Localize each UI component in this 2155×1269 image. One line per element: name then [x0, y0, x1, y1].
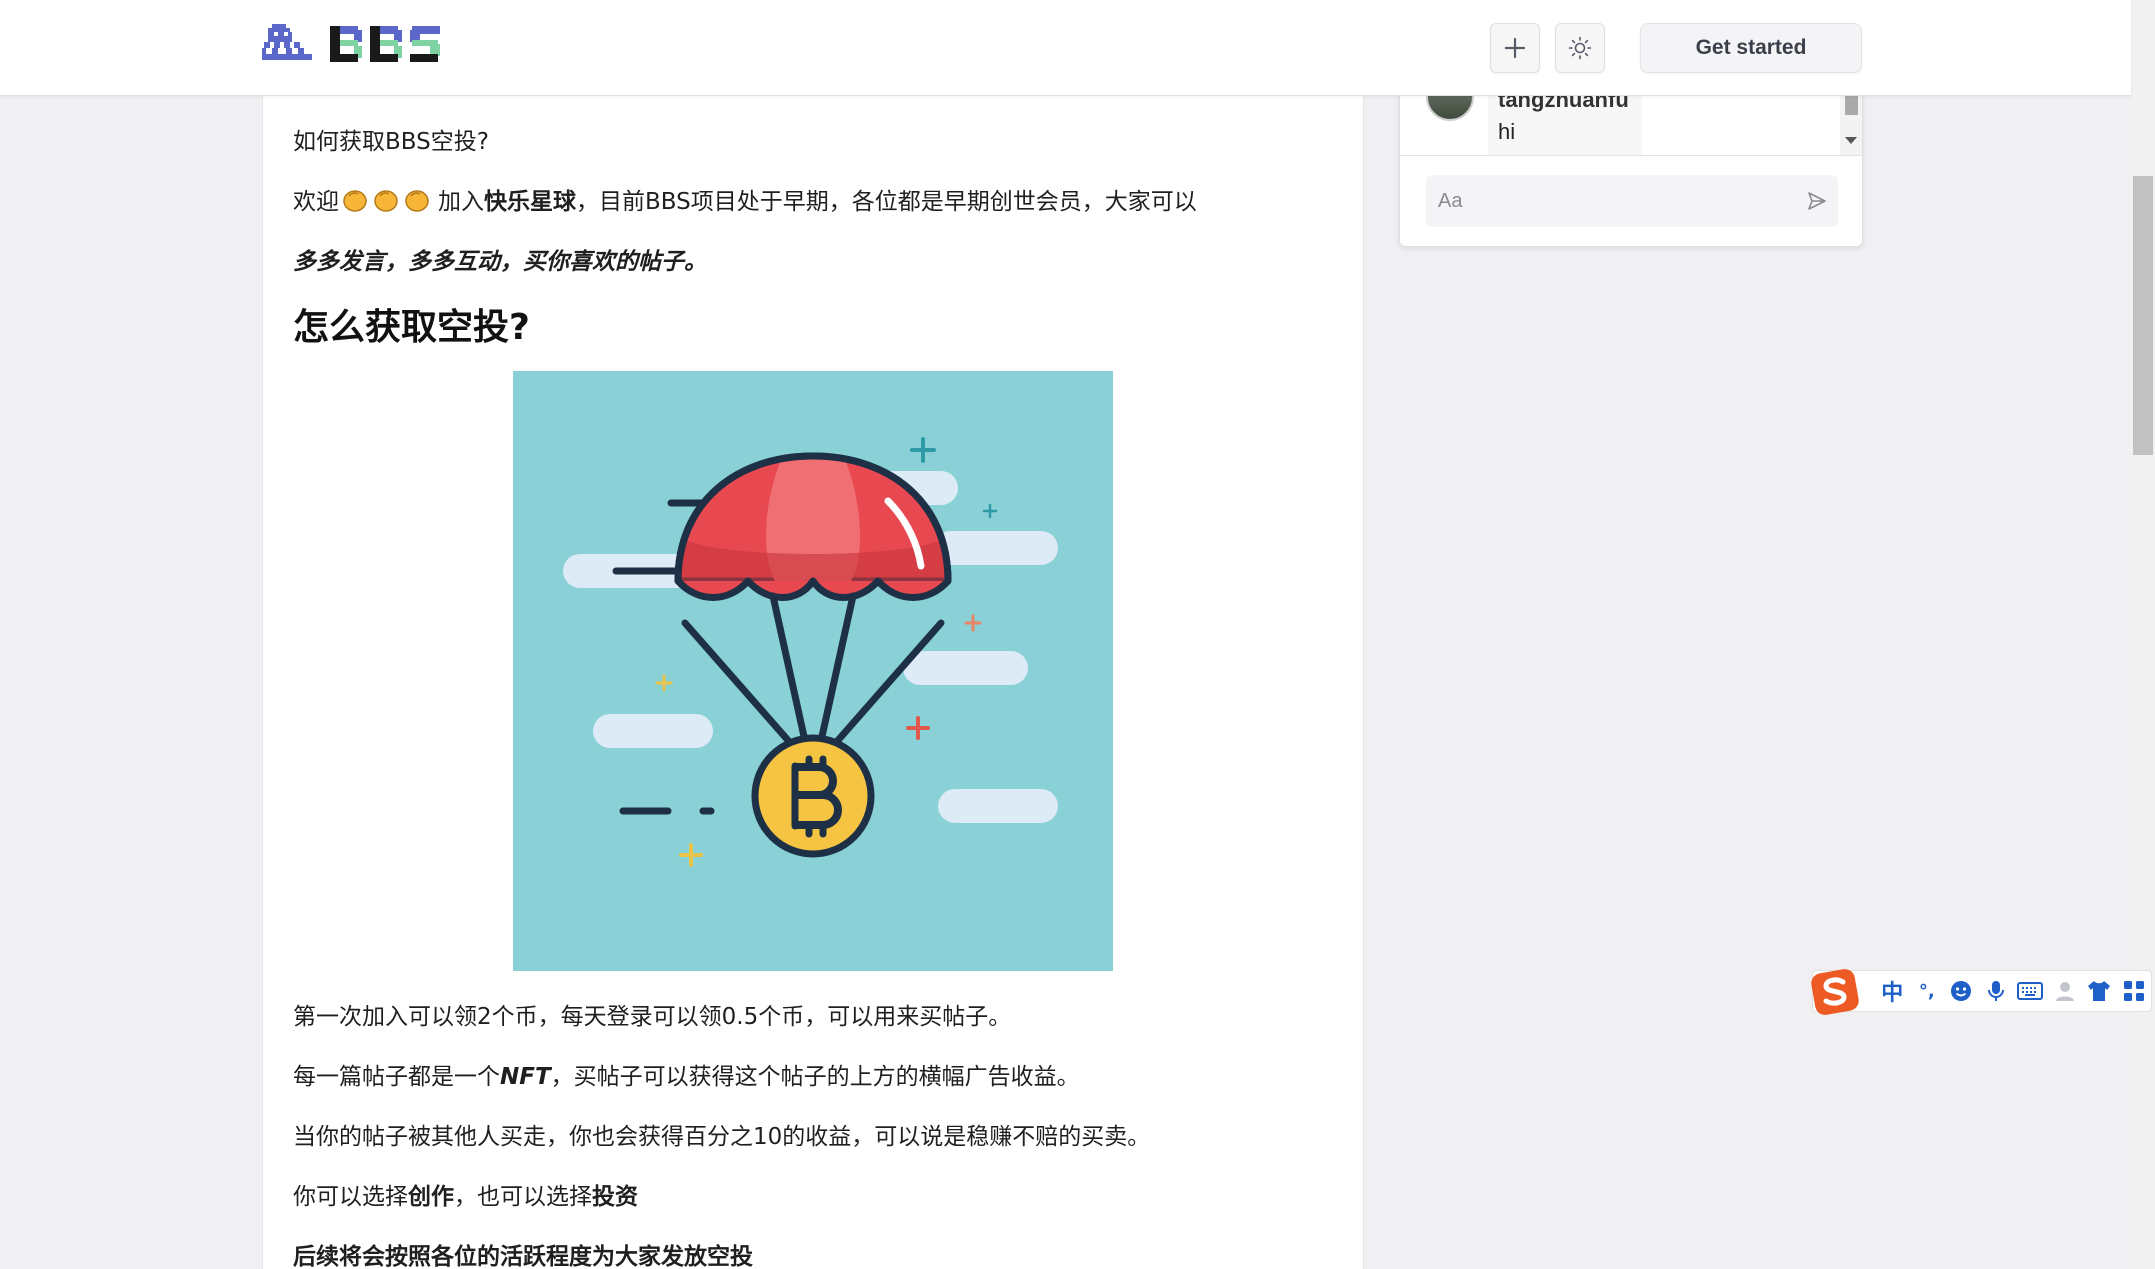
shirt-icon[interactable] [2082, 973, 2117, 1009]
encourage-text: 多多发言，多多互动，买你喜欢的帖子。 [293, 249, 707, 275]
microphone-icon[interactable] [1979, 973, 2014, 1009]
choice-invest: 投资 [592, 1184, 638, 1210]
page-scrollbar[interactable] [2131, 0, 2155, 1269]
page-scroll-thumb[interactable] [2133, 176, 2153, 455]
emoji-icon[interactable] [1944, 973, 1979, 1009]
encourage-line: 多多发言，多多互动，买你喜欢的帖子。 [293, 242, 707, 276]
clap-icon [405, 190, 429, 212]
choice-mid: ，也可以选择 [454, 1184, 592, 1210]
intro-question: 如何获取BBS空投? [293, 129, 489, 155]
choice-create: 创作 [408, 1184, 454, 1210]
chat-message-text: hi [1498, 119, 1516, 144]
paragraph-choice: 你可以选择创作，也可以选择投资 [293, 1177, 638, 1211]
bbs-logo[interactable] [262, 22, 442, 72]
plus-icon [1504, 37, 1526, 59]
sun-icon [1568, 36, 1592, 60]
paragraph-airdrop-note: 后续将会按照各位的活跃程度为大家发放空投 [293, 1237, 753, 1269]
ime-language-toggle[interactable]: 中 [1875, 973, 1910, 1009]
clap-icon [374, 190, 398, 212]
happy-planet-name: 快乐星球 [484, 189, 576, 215]
nft-suffix: ，买帖子可以获得这个帖子的上方的横幅广告收益。 [550, 1064, 1080, 1090]
clapping-hands-emojis [341, 187, 434, 219]
grid-icon[interactable] [2117, 973, 2152, 1009]
chat-panel: tangzhuanfu hi [1399, 80, 1863, 247]
paragraph-nft: 每一篇帖子都是一个NFT，买帖子可以获得这个帖子的上方的横幅广告收益。 [293, 1057, 1080, 1091]
ime-toolbar: 中 °, [1811, 969, 2152, 1015]
chat-divider [1400, 155, 1862, 156]
sogou-s-icon[interactable] [1809, 965, 1861, 1017]
send-icon[interactable] [1806, 190, 1828, 212]
choice-prefix: 你可以选择 [293, 1184, 408, 1210]
get-started-button[interactable]: Get started [1640, 23, 1862, 73]
paragraph-profit: 当你的帖子被其他人买走，你也会获得百分之10的收益，可以说是稳赚不赔的买卖。 [293, 1124, 1151, 1150]
welcome-prefix: 欢迎 [293, 189, 339, 215]
airdrop-note-text: 后续将会按照各位的活跃程度为大家发放空投 [293, 1244, 753, 1269]
nft-term: NFT [500, 1064, 551, 1090]
ime-punctuation-toggle[interactable]: °, [1910, 973, 1945, 1009]
create-post-button[interactable] [1490, 23, 1540, 73]
nft-prefix: 每一篇帖子都是一个 [293, 1064, 500, 1090]
keyboard-icon[interactable] [2013, 973, 2048, 1009]
paragraph-coins: 第一次加入可以领2个币，每天登录可以领0.5个币，可以用来买帖子。 [293, 1004, 1012, 1030]
scroll-down-arrow-icon[interactable] [1845, 137, 1857, 144]
parachute-bitcoin-illustration [513, 371, 1113, 971]
top-header: Get started [0, 0, 2131, 96]
clap-icon [343, 190, 367, 212]
welcome-suffix: ，目前BBS项目处于早期，各位都是早期创世会员，大家可以 [576, 189, 1197, 215]
welcome-join: 加入 [438, 189, 484, 215]
chat-input[interactable] [1426, 175, 1838, 227]
chat-scroll-thumb[interactable] [1845, 95, 1858, 115]
welcome-line: 欢迎 加入快乐星球，目前BBS项目处于早期，各位都是早期创世会员，大家可以 [293, 182, 1197, 219]
airdrop-heading: 怎么获取空投? [293, 307, 530, 348]
user-icon[interactable] [2048, 973, 2083, 1009]
theme-toggle-button[interactable] [1555, 23, 1605, 73]
